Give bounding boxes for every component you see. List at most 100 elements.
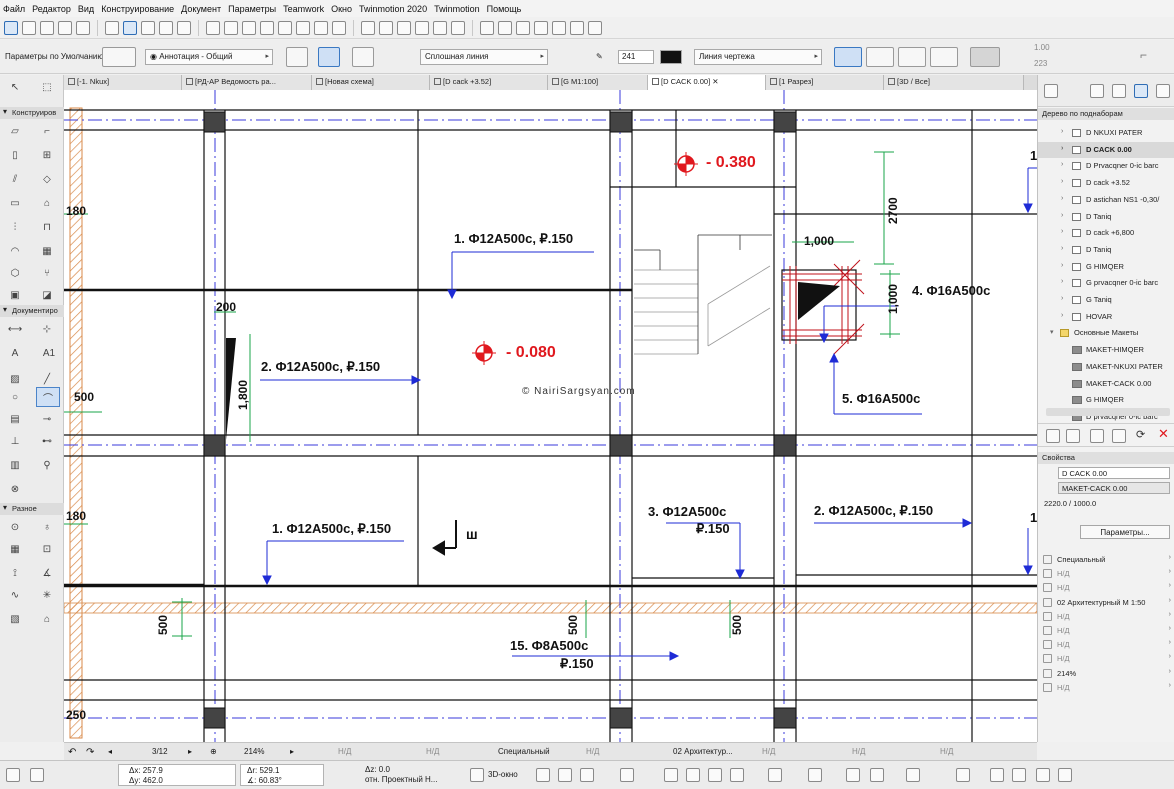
line-arrow-button[interactable] <box>834 47 862 67</box>
expand-caret-icon[interactable]: › <box>1061 178 1063 185</box>
expand-caret-icon[interactable]: › <box>1061 295 1063 302</box>
clone-icon[interactable] <box>1090 429 1104 443</box>
tree-item[interactable]: › D astichan NS1 -0,30/ <box>1038 192 1174 208</box>
parameters-button[interactable]: Параметры... <box>1080 525 1170 539</box>
tree-item[interactable]: › D cack +3.52 <box>1038 175 1174 191</box>
chevron-right-icon[interactable]: › <box>1169 582 1171 589</box>
expand-caret-icon[interactable]: › <box>1061 195 1063 202</box>
polyline-shape-button[interactable] <box>286 47 308 67</box>
expand-caret-icon[interactable]: ▾ <box>1050 328 1054 336</box>
3d-view-icon[interactable] <box>470 768 484 782</box>
expand-caret-icon[interactable]: › <box>1061 245 1063 252</box>
tree-item[interactable]: › D Taniq <box>1038 209 1174 225</box>
view-tab[interactable]: [Новая схема] <box>312 75 430 90</box>
property-row[interactable]: Н/Д › <box>1038 567 1174 581</box>
menu-item[interactable]: Twinmotion <box>434 4 480 14</box>
angle-dimension-tool-icon[interactable]: ∡ <box>38 565 56 581</box>
section-document[interactable]: Документиро <box>0 305 64 317</box>
curtain-wall-tool-icon[interactable]: ▦ <box>38 243 56 259</box>
menu-item[interactable]: Twinmotion 2020 <box>359 4 427 14</box>
save-view-icon[interactable] <box>1112 429 1126 443</box>
expand-caret-icon[interactable]: › <box>1061 128 1063 135</box>
elevation-icon[interactable] <box>397 20 411 35</box>
slab-icon[interactable] <box>224 20 238 35</box>
zoom-icon[interactable]: ⊕ <box>210 747 217 756</box>
stair-tool-icon[interactable]: ⫶ <box>6 219 24 235</box>
slab-tool-icon[interactable]: ▭ <box>6 195 24 211</box>
guide-lines-icon[interactable] <box>123 20 137 35</box>
video-icon[interactable] <box>990 768 1004 782</box>
chevron-right-icon[interactable]: › <box>1169 653 1171 660</box>
multi-window-icon[interactable] <box>1058 768 1072 782</box>
arrow-tool-icon[interactable] <box>4 20 18 35</box>
expand-caret-icon[interactable]: › <box>1061 161 1063 168</box>
expand-caret-icon[interactable]: › <box>1061 262 1063 269</box>
view-tab[interactable]: [D cack +3.52] <box>430 75 548 90</box>
view-tab[interactable]: [G M1:100] <box>548 75 648 90</box>
layout-icon[interactable] <box>433 20 447 35</box>
menu-item[interactable]: Конструирование <box>101 4 174 14</box>
chevron-right-icon[interactable]: › <box>1169 625 1171 632</box>
pen-sets-icon[interactable] <box>498 20 512 35</box>
circle-tool-icon[interactable]: ○ <box>6 389 24 405</box>
redo-zoom-icon[interactable]: ↷ <box>86 747 94 758</box>
undo-icon[interactable] <box>40 20 54 35</box>
camera-icon[interactable] <box>956 768 970 782</box>
scale-value[interactable]: 02 Архитектур... <box>673 747 733 756</box>
camera-tool-icon[interactable]: ⌂ <box>38 611 56 627</box>
menu-item[interactable]: Редактор <box>32 4 71 14</box>
section-icon[interactable] <box>379 20 393 35</box>
snap-grid-icon[interactable] <box>30 768 44 782</box>
close-tab-icon[interactable]: ✕ <box>710 77 718 86</box>
renovation-icon[interactable] <box>534 20 548 35</box>
publisher-icon[interactable] <box>451 20 465 35</box>
view-tab[interactable]: [D CACK 0.00] ✕ <box>648 75 766 90</box>
expand-caret-icon[interactable]: › <box>1061 145 1063 152</box>
eyedropper-icon[interactable] <box>76 20 90 35</box>
view-tab[interactable]: [РД-АР Ведомость ра... <box>182 75 312 90</box>
line-diagonal-button[interactable] <box>866 47 894 67</box>
view-tab[interactable]: [-1. Nkux] <box>64 75 182 90</box>
tree-item[interactable]: › G Taniq <box>1038 292 1174 308</box>
next-page-icon[interactable]: ▸ <box>188 747 192 756</box>
corner-icon[interactable]: ⌐ <box>1140 48 1147 62</box>
tree-item[interactable]: › G prvacqner 0-ic barc <box>1038 275 1174 291</box>
menu-item[interactable]: Документ <box>181 4 221 14</box>
marquee-select-icon[interactable]: ⬚ <box>38 79 56 95</box>
pen-color-swatch[interactable] <box>660 50 682 64</box>
organizer-icon[interactable] <box>1156 84 1170 98</box>
elevation-view-icon[interactable] <box>730 768 744 782</box>
property-row[interactable]: Н/Д › <box>1038 652 1174 666</box>
tree-folder[interactable]: ▾ Основные Макеты <box>1038 325 1174 341</box>
tree-item[interactable]: MAKET-HIMQER <box>1038 342 1174 358</box>
window-icon[interactable] <box>296 20 310 35</box>
3d-box-icon[interactable] <box>536 768 550 782</box>
text-tool-icon[interactable]: A <box>6 345 24 361</box>
figure-tool-icon[interactable]: ▧ <box>6 611 24 627</box>
delete-icon[interactable]: ✕ <box>1158 426 1169 442</box>
mesh-tool-icon[interactable]: ◪ <box>38 287 56 303</box>
view-tab[interactable]: [3D / Все] <box>884 75 1024 90</box>
refresh-icon[interactable]: ⟳ <box>1136 428 1145 441</box>
model-view-icon[interactable] <box>516 20 530 35</box>
3d-orbit-icon[interactable] <box>580 768 594 782</box>
skylight-tool-icon[interactable]: ◇ <box>38 171 56 187</box>
expand-caret-icon[interactable]: › <box>1061 278 1063 285</box>
property-row[interactable]: Н/Д › <box>1038 681 1174 695</box>
line-type-dropdown[interactable]: Сплошная линия <box>420 49 548 65</box>
floor-plan-icon[interactable] <box>361 20 375 35</box>
label-tool-icon[interactable]: A1 <box>38 345 60 361</box>
zone-icon[interactable] <box>332 20 346 35</box>
structural-icon[interactable] <box>570 20 584 35</box>
layout-field[interactable]: MAKET-CACK 0.00 <box>1058 482 1170 494</box>
render-icon[interactable] <box>870 768 884 782</box>
polyline-tool-icon[interactable]: ⌒ <box>36 387 60 407</box>
line-end-button[interactable] <box>898 47 926 67</box>
property-row[interactable]: Н/Д › <box>1038 638 1174 652</box>
section-misc[interactable]: Разное <box>0 503 64 515</box>
layers-icon[interactable] <box>480 20 494 35</box>
tree-item[interactable]: › D Prvacqner 0-ic barc <box>1038 158 1174 174</box>
morph-tool-icon[interactable]: ⬡ <box>6 265 24 281</box>
3d-cube-icon[interactable] <box>558 768 572 782</box>
tree-item[interactable]: MAKET-CACK 0.00 <box>1038 376 1174 392</box>
